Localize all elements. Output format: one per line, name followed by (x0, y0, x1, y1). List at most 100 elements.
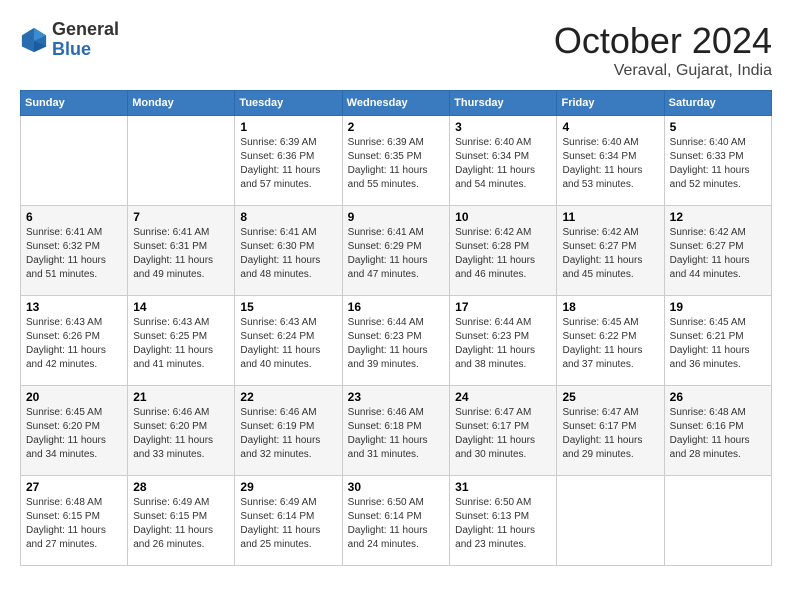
day-number: 29 (240, 480, 336, 494)
calendar-cell: 20 Sunrise: 6:45 AMSunset: 6:20 PMDaylig… (21, 386, 128, 476)
weekday-header: Friday (557, 91, 664, 116)
calendar-cell (21, 116, 128, 206)
day-info: Sunrise: 6:39 AMSunset: 6:36 PMDaylight:… (240, 136, 336, 192)
weekday-header: Monday (128, 91, 235, 116)
calendar-cell: 10 Sunrise: 6:42 AMSunset: 6:28 PMDaylig… (450, 206, 557, 296)
day-info: Sunrise: 6:50 AMSunset: 6:13 PMDaylight:… (455, 496, 551, 552)
calendar-week-row: 6 Sunrise: 6:41 AMSunset: 6:32 PMDayligh… (21, 206, 772, 296)
day-number: 23 (348, 390, 444, 404)
day-number: 17 (455, 300, 551, 314)
day-info: Sunrise: 6:44 AMSunset: 6:23 PMDaylight:… (455, 316, 551, 372)
day-number: 21 (133, 390, 229, 404)
day-number: 30 (348, 480, 444, 494)
day-number: 12 (670, 210, 766, 224)
day-number: 6 (26, 210, 122, 224)
day-info: Sunrise: 6:44 AMSunset: 6:23 PMDaylight:… (348, 316, 444, 372)
weekday-header: Thursday (450, 91, 557, 116)
day-number: 10 (455, 210, 551, 224)
day-info: Sunrise: 6:46 AMSunset: 6:20 PMDaylight:… (133, 406, 229, 462)
day-info: Sunrise: 6:49 AMSunset: 6:14 PMDaylight:… (240, 496, 336, 552)
calendar-cell: 24 Sunrise: 6:47 AMSunset: 6:17 PMDaylig… (450, 386, 557, 476)
calendar-cell: 30 Sunrise: 6:50 AMSunset: 6:14 PMDaylig… (342, 476, 449, 566)
calendar-cell: 18 Sunrise: 6:45 AMSunset: 6:22 PMDaylig… (557, 296, 664, 386)
day-info: Sunrise: 6:39 AMSunset: 6:35 PMDaylight:… (348, 136, 444, 192)
calendar-cell: 22 Sunrise: 6:46 AMSunset: 6:19 PMDaylig… (235, 386, 342, 476)
calendar-cell: 12 Sunrise: 6:42 AMSunset: 6:27 PMDaylig… (664, 206, 771, 296)
calendar-cell: 21 Sunrise: 6:46 AMSunset: 6:20 PMDaylig… (128, 386, 235, 476)
day-info: Sunrise: 6:43 AMSunset: 6:25 PMDaylight:… (133, 316, 229, 372)
calendar-cell: 31 Sunrise: 6:50 AMSunset: 6:13 PMDaylig… (450, 476, 557, 566)
day-number: 28 (133, 480, 229, 494)
day-number: 19 (670, 300, 766, 314)
location: Veraval, Gujarat, India (554, 62, 772, 80)
day-number: 15 (240, 300, 336, 314)
calendar-cell: 16 Sunrise: 6:44 AMSunset: 6:23 PMDaylig… (342, 296, 449, 386)
calendar-cell: 14 Sunrise: 6:43 AMSunset: 6:25 PMDaylig… (128, 296, 235, 386)
day-number: 14 (133, 300, 229, 314)
calendar-cell: 15 Sunrise: 6:43 AMSunset: 6:24 PMDaylig… (235, 296, 342, 386)
weekday-header: Saturday (664, 91, 771, 116)
weekday-header-row: SundayMondayTuesdayWednesdayThursdayFrid… (21, 91, 772, 116)
day-number: 22 (240, 390, 336, 404)
calendar-cell (128, 116, 235, 206)
day-number: 4 (562, 120, 658, 134)
weekday-header: Sunday (21, 91, 128, 116)
title-block: October 2024 Veraval, Gujarat, India (554, 20, 772, 80)
day-info: Sunrise: 6:41 AMSunset: 6:30 PMDaylight:… (240, 226, 336, 282)
calendar-week-row: 1 Sunrise: 6:39 AMSunset: 6:36 PMDayligh… (21, 116, 772, 206)
calendar-cell: 6 Sunrise: 6:41 AMSunset: 6:32 PMDayligh… (21, 206, 128, 296)
calendar-cell: 17 Sunrise: 6:44 AMSunset: 6:23 PMDaylig… (450, 296, 557, 386)
day-info: Sunrise: 6:43 AMSunset: 6:26 PMDaylight:… (26, 316, 122, 372)
calendar-cell: 8 Sunrise: 6:41 AMSunset: 6:30 PMDayligh… (235, 206, 342, 296)
calendar-week-row: 20 Sunrise: 6:45 AMSunset: 6:20 PMDaylig… (21, 386, 772, 476)
logo-text: General Blue (52, 20, 119, 60)
day-info: Sunrise: 6:42 AMSunset: 6:28 PMDaylight:… (455, 226, 551, 282)
day-info: Sunrise: 6:40 AMSunset: 6:34 PMDaylight:… (455, 136, 551, 192)
day-number: 25 (562, 390, 658, 404)
day-number: 27 (26, 480, 122, 494)
day-number: 9 (348, 210, 444, 224)
calendar-cell: 19 Sunrise: 6:45 AMSunset: 6:21 PMDaylig… (664, 296, 771, 386)
calendar-cell: 7 Sunrise: 6:41 AMSunset: 6:31 PMDayligh… (128, 206, 235, 296)
day-info: Sunrise: 6:48 AMSunset: 6:15 PMDaylight:… (26, 496, 122, 552)
logo: General Blue (20, 20, 119, 60)
calendar-cell: 5 Sunrise: 6:40 AMSunset: 6:33 PMDayligh… (664, 116, 771, 206)
day-info: Sunrise: 6:41 AMSunset: 6:32 PMDaylight:… (26, 226, 122, 282)
calendar-cell: 9 Sunrise: 6:41 AMSunset: 6:29 PMDayligh… (342, 206, 449, 296)
weekday-header: Wednesday (342, 91, 449, 116)
calendar-week-row: 27 Sunrise: 6:48 AMSunset: 6:15 PMDaylig… (21, 476, 772, 566)
calendar-cell: 3 Sunrise: 6:40 AMSunset: 6:34 PMDayligh… (450, 116, 557, 206)
day-info: Sunrise: 6:41 AMSunset: 6:31 PMDaylight:… (133, 226, 229, 282)
day-info: Sunrise: 6:50 AMSunset: 6:14 PMDaylight:… (348, 496, 444, 552)
day-number: 24 (455, 390, 551, 404)
day-info: Sunrise: 6:45 AMSunset: 6:21 PMDaylight:… (670, 316, 766, 372)
calendar-cell: 26 Sunrise: 6:48 AMSunset: 6:16 PMDaylig… (664, 386, 771, 476)
day-info: Sunrise: 6:48 AMSunset: 6:16 PMDaylight:… (670, 406, 766, 462)
calendar-cell: 4 Sunrise: 6:40 AMSunset: 6:34 PMDayligh… (557, 116, 664, 206)
day-number: 8 (240, 210, 336, 224)
day-number: 16 (348, 300, 444, 314)
day-number: 26 (670, 390, 766, 404)
day-info: Sunrise: 6:47 AMSunset: 6:17 PMDaylight:… (455, 406, 551, 462)
day-info: Sunrise: 6:43 AMSunset: 6:24 PMDaylight:… (240, 316, 336, 372)
day-number: 5 (670, 120, 766, 134)
day-info: Sunrise: 6:47 AMSunset: 6:17 PMDaylight:… (562, 406, 658, 462)
day-number: 1 (240, 120, 336, 134)
calendar-cell: 13 Sunrise: 6:43 AMSunset: 6:26 PMDaylig… (21, 296, 128, 386)
day-number: 3 (455, 120, 551, 134)
day-info: Sunrise: 6:46 AMSunset: 6:19 PMDaylight:… (240, 406, 336, 462)
day-number: 18 (562, 300, 658, 314)
day-info: Sunrise: 6:49 AMSunset: 6:15 PMDaylight:… (133, 496, 229, 552)
day-info: Sunrise: 6:42 AMSunset: 6:27 PMDaylight:… (562, 226, 658, 282)
weekday-header: Tuesday (235, 91, 342, 116)
day-info: Sunrise: 6:45 AMSunset: 6:20 PMDaylight:… (26, 406, 122, 462)
calendar-cell: 27 Sunrise: 6:48 AMSunset: 6:15 PMDaylig… (21, 476, 128, 566)
calendar-cell: 2 Sunrise: 6:39 AMSunset: 6:35 PMDayligh… (342, 116, 449, 206)
day-info: Sunrise: 6:42 AMSunset: 6:27 PMDaylight:… (670, 226, 766, 282)
calendar-cell: 28 Sunrise: 6:49 AMSunset: 6:15 PMDaylig… (128, 476, 235, 566)
day-info: Sunrise: 6:45 AMSunset: 6:22 PMDaylight:… (562, 316, 658, 372)
day-info: Sunrise: 6:46 AMSunset: 6:18 PMDaylight:… (348, 406, 444, 462)
calendar-cell: 25 Sunrise: 6:47 AMSunset: 6:17 PMDaylig… (557, 386, 664, 476)
day-number: 31 (455, 480, 551, 494)
day-number: 11 (562, 210, 658, 224)
